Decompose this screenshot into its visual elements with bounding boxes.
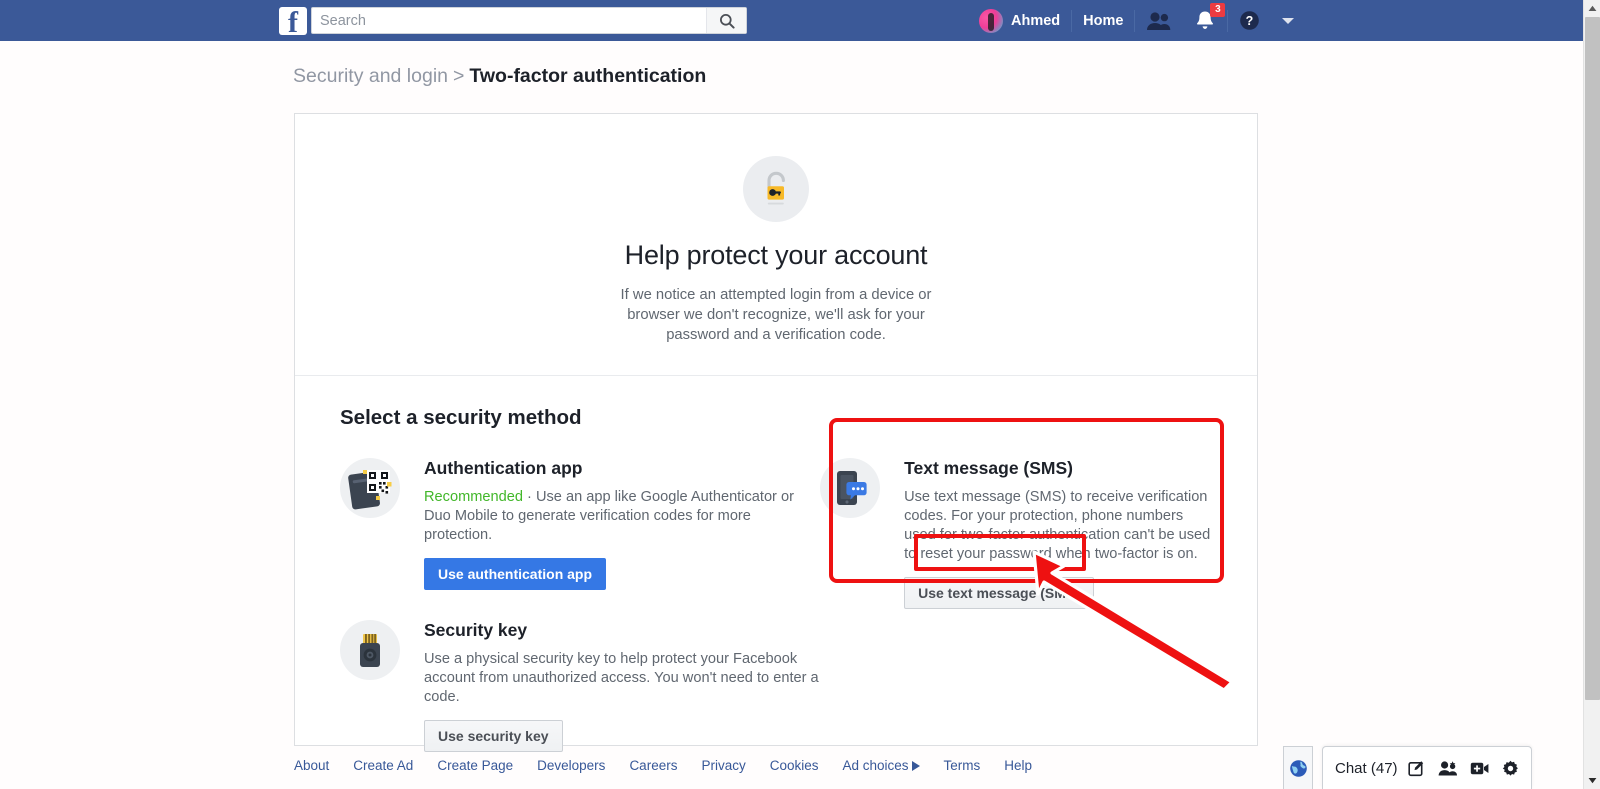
scroll-up-button[interactable]	[1584, 0, 1600, 17]
globe-button[interactable]	[1283, 746, 1313, 789]
usb-security-key-icon	[340, 620, 400, 680]
chat-label: Chat (47)	[1335, 759, 1398, 777]
footer-link-ad-choices[interactable]: Ad choices	[843, 758, 920, 773]
search-button[interactable]	[706, 8, 746, 33]
home-link[interactable]: Home	[1072, 0, 1134, 41]
footer-link-help[interactable]: Help	[1004, 758, 1032, 773]
scroll-down-button[interactable]	[1584, 772, 1600, 789]
padlock-glyph	[767, 171, 785, 205]
hero-description: If we notice an attempted login from a d…	[620, 287, 932, 343]
method-security-key: Security key Use a physical security key…	[340, 620, 820, 752]
facebook-logo-icon[interactable]: f	[279, 7, 307, 35]
chat-icon-group	[1408, 760, 1519, 777]
avatar	[979, 8, 1003, 33]
svg-text:?: ?	[1246, 14, 1254, 28]
method-text-message-sms: Text message (SMS) Use text message (SMS…	[820, 458, 1212, 609]
sms-phone-glyph	[837, 471, 867, 505]
notifications-button[interactable]: 3	[1183, 0, 1227, 41]
facebook-two-factor-page: f Ahmed Home	[0, 0, 1600, 789]
sms-phone-icon	[820, 458, 881, 518]
method-body: Text message (SMS) Use text message (SMS…	[904, 458, 1212, 609]
help-icon: ?	[1240, 11, 1260, 30]
ad-choices-icon	[911, 761, 920, 771]
chat-settings-gear-icon[interactable]	[1502, 760, 1519, 777]
use-security-key-button[interactable]: Use security key	[424, 720, 563, 752]
notifications-badge: 3	[1210, 3, 1226, 17]
method-body: Security key Use a physical security key…	[424, 620, 820, 752]
friend-requests-button[interactable]	[1135, 0, 1183, 41]
footer-link-create-ad[interactable]: Create Ad	[353, 758, 413, 773]
recommended-label: Recommended	[424, 489, 523, 505]
scroll-up-arrow-icon	[1588, 5, 1597, 11]
use-authentication-app-button[interactable]: Use authentication app	[424, 558, 607, 590]
footer-link-about[interactable]: About	[294, 758, 329, 773]
globe-icon	[1289, 759, 1307, 777]
home-label: Home	[1083, 12, 1124, 29]
breadcrumb-current: Two-factor authentication	[469, 65, 707, 87]
methods-title: Select a security method	[340, 406, 582, 429]
chat-bar[interactable]: Chat (47)	[1322, 746, 1532, 789]
footer-link-cookies[interactable]: Cookies	[770, 758, 819, 773]
footer-link-privacy[interactable]: Privacy	[701, 758, 745, 773]
breadcrumb-parent-link[interactable]: Security and login	[293, 65, 448, 87]
hero-section: Help protect your account If we notice a…	[295, 114, 1257, 376]
footer-link-create-page[interactable]: Create Page	[437, 758, 513, 773]
open-padlock-icon	[743, 156, 809, 222]
friend-requests-icon	[1147, 11, 1171, 30]
chevron-down-icon	[1282, 17, 1295, 24]
footer-links: About Create Ad Create Page Developers C…	[294, 758, 1032, 773]
top-nav-right-group: Ahmed Home 3 ?	[968, 0, 1305, 41]
method-title: Security key	[424, 620, 528, 640]
usb-key-glyph	[360, 634, 380, 667]
method-description: Use a physical security key to help prot…	[424, 651, 819, 705]
method-title: Text message (SMS)	[904, 458, 1073, 478]
methods-columns: Authentication app Recommended · Use an …	[340, 458, 1212, 782]
footer-link-careers[interactable]: Careers	[629, 758, 677, 773]
two-factor-card: Help protect your account If we notice a…	[294, 113, 1258, 752]
search-bar[interactable]	[311, 7, 747, 34]
method-description: Recommended · Use an app like Google Aut…	[424, 488, 820, 545]
top-navigation-bar: f Ahmed Home	[0, 0, 1583, 41]
video-room-icon[interactable]	[1470, 761, 1489, 776]
qr-phone-glyph	[348, 470, 392, 510]
methods-left-column: Authentication app Recommended · Use an …	[340, 458, 820, 782]
breadcrumb-separator: >	[453, 65, 465, 87]
method-title: Authentication app	[424, 458, 583, 478]
add-friends-icon[interactable]	[1438, 760, 1457, 777]
page-scrollbar[interactable]	[1583, 0, 1600, 789]
methods-right-column: Text message (SMS) Use text message (SMS…	[820, 458, 1212, 782]
profile-name: Ahmed	[1011, 12, 1061, 29]
method-authentication-app: Authentication app Recommended · Use an …	[340, 458, 820, 590]
search-icon	[719, 13, 735, 29]
search-input[interactable]	[312, 8, 706, 33]
use-text-message-sms-button[interactable]: Use text message (SMS)	[904, 577, 1094, 609]
method-body: Authentication app Recommended · Use an …	[424, 458, 820, 590]
footer-link-developers[interactable]: Developers	[537, 758, 605, 773]
ad-choices-label: Ad choices	[842, 758, 909, 773]
security-methods-section: Select a security method Authentication …	[295, 376, 1257, 782]
method-description: Use text message (SMS) to receive verifi…	[904, 489, 1211, 562]
profile-link[interactable]: Ahmed	[968, 0, 1071, 41]
breadcrumb: Security and login > Two-factor authentica…	[293, 65, 706, 88]
scroll-down-arrow-icon	[1588, 778, 1597, 784]
authentication-app-qr-icon	[340, 458, 400, 518]
account-menu-button[interactable]	[1271, 0, 1305, 41]
compose-message-icon[interactable]	[1408, 760, 1425, 777]
method-separator: ·	[527, 489, 532, 505]
help-button[interactable]: ?	[1228, 0, 1271, 41]
footer-link-terms[interactable]: Terms	[944, 758, 981, 773]
scrollbar-thumb[interactable]	[1585, 17, 1600, 700]
page-title: Help protect your account	[624, 240, 928, 270]
